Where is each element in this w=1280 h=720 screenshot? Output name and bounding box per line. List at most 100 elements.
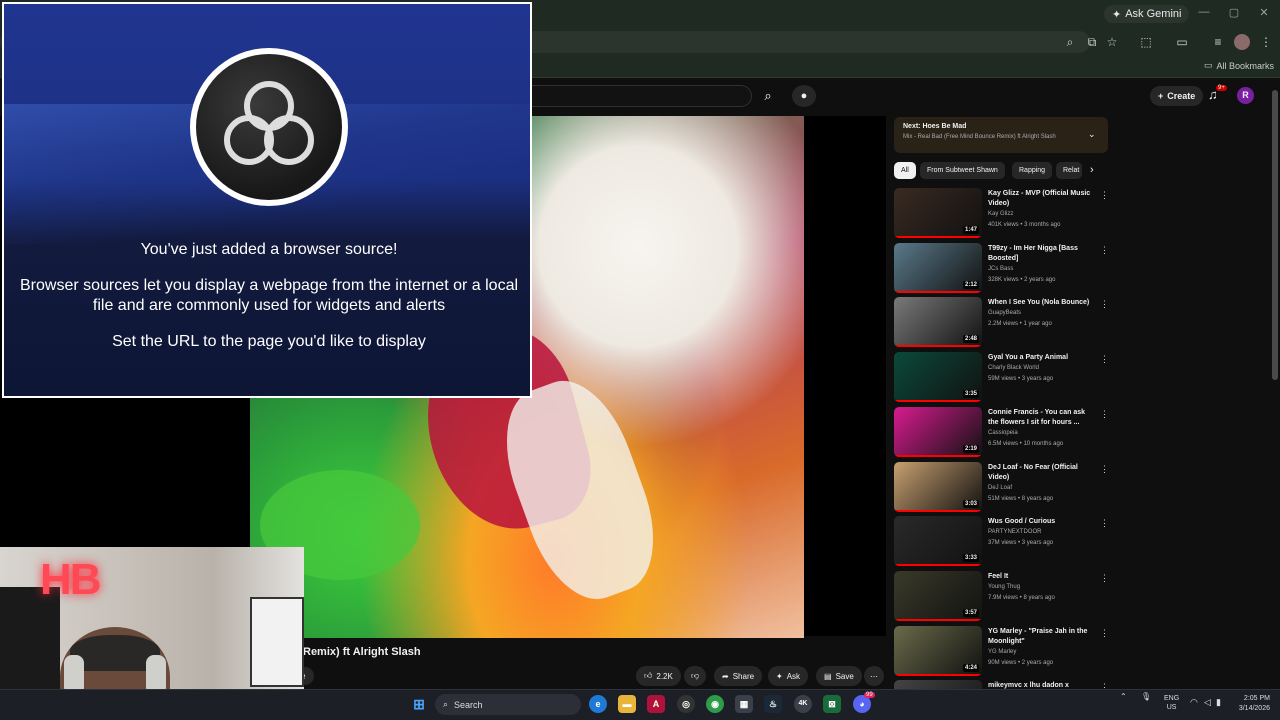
screen: ✦ Ask Gemini — ▢ ✕ ⌕ ⧉ ☆ ⬚ ▭ ≡ ⋮ ▭ All B… bbox=[0, 0, 1280, 720]
account-avatar[interactable]: R bbox=[1237, 87, 1254, 104]
create-button[interactable]: + Create bbox=[1150, 86, 1204, 106]
up-next-card[interactable]: Next: Hoes Be Mad Mix - Real Bad (Free M… bbox=[894, 117, 1108, 153]
recommendation-item[interactable]: 1:47 Kay Glizz - MVP (Official Music Vide… bbox=[894, 188, 1109, 240]
edge-icon[interactable]: e bbox=[589, 695, 607, 713]
video-thumbnail[interactable]: 4:24 bbox=[894, 625, 982, 676]
4k-downloader-icon[interactable]: 4K bbox=[794, 695, 812, 713]
watch-progress-bar bbox=[894, 290, 982, 293]
reading-list-icon[interactable]: ≡ bbox=[1210, 34, 1226, 50]
recommendation-title[interactable]: Kay Glizz - MVP (Official Music Video) bbox=[988, 189, 1092, 209]
more-options-icon[interactable]: ⋮ bbox=[1100, 190, 1109, 201]
chip-rapping[interactable]: Rapping bbox=[1012, 162, 1053, 179]
video-thumbnail[interactable]: 2:19 bbox=[894, 406, 982, 457]
search-icon[interactable]: ⌕ bbox=[756, 85, 780, 107]
recommendation-item[interactable]: 2:48 When I See You (Nola Bounce) GuapyBea… bbox=[894, 297, 1109, 349]
chevron-down-icon[interactable]: ⌄ bbox=[1088, 129, 1096, 140]
recommendation-item[interactable]: 2:12 T99zy - Im Her Nigga [Bass Boosted] J… bbox=[894, 242, 1109, 295]
install-icon[interactable]: ⧉ bbox=[1084, 34, 1100, 50]
more-options-icon[interactable]: ⋮ bbox=[1100, 518, 1109, 529]
maximize-button[interactable]: ▢ bbox=[1226, 6, 1242, 19]
more-options-icon[interactable]: ⋮ bbox=[1100, 299, 1109, 310]
chrome-icon[interactable]: ◉ bbox=[706, 695, 724, 713]
share-button[interactable]: ➦ Share bbox=[714, 666, 763, 686]
chip-from-subtweet-shawn[interactable]: From Subtweet Shawn bbox=[920, 162, 1005, 179]
recommendation-channel[interactable]: Young Thug bbox=[988, 584, 1020, 590]
menu-kebab-icon[interactable]: ⋮ bbox=[1258, 34, 1274, 50]
recommendation-title[interactable]: When I See You (Nola Bounce) bbox=[988, 298, 1092, 308]
ask-gemini-button[interactable]: ✦ Ask Gemini bbox=[1104, 5, 1190, 23]
adobe-icon[interactable]: A bbox=[647, 695, 665, 713]
speaker-icon[interactable]: ◁ bbox=[1204, 697, 1211, 708]
recommendation-channel[interactable]: Kay Glizz bbox=[988, 211, 1013, 217]
more-actions-button[interactable]: ⋯ bbox=[864, 666, 884, 686]
video-thumbnail[interactable]: 2:48 bbox=[894, 297, 982, 348]
youtube-search-input[interactable] bbox=[530, 85, 752, 107]
taskbar-search[interactable]: ⌕ Search bbox=[435, 694, 581, 715]
save-button[interactable]: ▤ Save bbox=[816, 666, 862, 686]
language-indicator[interactable]: ENG US bbox=[1164, 694, 1179, 712]
chip-all[interactable]: All bbox=[894, 162, 916, 179]
bookmark-star-icon[interactable]: ☆ bbox=[1104, 34, 1120, 50]
windows-start-icon[interactable]: ⊞ bbox=[410, 695, 428, 713]
zoom-icon[interactable]: ⌕ bbox=[1062, 34, 1078, 50]
recommendation-item[interactable]: 2:19 Connie Francis - You can ask the flo… bbox=[894, 406, 1109, 459]
recommendation-title[interactable]: DeJ Loaf - No Fear (Official Video) bbox=[988, 463, 1092, 483]
recommendation-title[interactable]: Wus Good / Curious bbox=[988, 517, 1092, 527]
video-thumbnail[interactable]: 1:47 bbox=[894, 188, 982, 238]
more-options-icon[interactable]: ⋮ bbox=[1100, 628, 1109, 639]
video-thumbnail[interactable]: 3:35 bbox=[894, 352, 982, 403]
wifi-icon[interactable]: ◠ bbox=[1190, 697, 1198, 708]
recommendation-item[interactable]: 3:33 Wus Good / Curious PARTYNEXTDOOR 37M v… bbox=[894, 516, 1109, 568]
dislike-button[interactable]: 👎︎ bbox=[684, 666, 707, 686]
video-thumbnail[interactable]: 2:12 bbox=[894, 242, 982, 293]
chip-related[interactable]: Relat bbox=[1056, 162, 1082, 179]
recommendation-title[interactable]: Connie Francis - You can ask the flowers… bbox=[988, 408, 1092, 428]
video-thumbnail[interactable]: 3:57 bbox=[894, 570, 982, 621]
recommendation-channel[interactable]: GuapyBeats bbox=[988, 310, 1021, 316]
video-thumbnail[interactable]: 3:03 bbox=[894, 461, 982, 512]
steam-icon[interactable]: ♨ bbox=[764, 695, 782, 713]
ask-button[interactable]: ✦ Ask bbox=[768, 666, 809, 686]
recommendation-channel[interactable]: DeJ Loaf bbox=[988, 485, 1012, 491]
side-panel-icon[interactable]: ▭ bbox=[1174, 34, 1190, 50]
like-button[interactable]: 👍︎ 2.2K bbox=[636, 666, 681, 686]
more-options-icon[interactable]: ⋮ bbox=[1100, 409, 1109, 420]
recommendation-channel[interactable]: Charly Black World bbox=[988, 365, 1039, 371]
spreadsheet-icon[interactable]: ⊠ bbox=[823, 695, 841, 713]
clock[interactable]: 2:05 PM 3/14/2026 bbox=[1228, 694, 1270, 714]
file-explorer-icon[interactable]: ▬ bbox=[618, 695, 636, 713]
recommendation-item[interactable]: 4:24 YG Marley - "Praise Jah in the Moonl… bbox=[894, 625, 1109, 678]
obs-taskbar-icon[interactable]: ◎ bbox=[677, 695, 695, 713]
recommendation-title[interactable]: Feel It bbox=[988, 572, 1092, 582]
chevron-up-icon[interactable]: ⌃ bbox=[1120, 692, 1127, 701]
close-window-button[interactable]: ✕ bbox=[1256, 6, 1272, 19]
more-options-icon[interactable]: ⋮ bbox=[1100, 573, 1109, 584]
extensions-icon[interactable]: ⬚ bbox=[1138, 34, 1154, 50]
recommendation-item[interactable]: 3:57 Feel It Young Thug 7.9M views • 8 year… bbox=[894, 570, 1109, 623]
recommendation-channel[interactable]: Cassiopeia bbox=[988, 430, 1018, 436]
recommendation-channel[interactable]: PARTYNEXTDOOR bbox=[988, 529, 1041, 535]
chevron-right-icon[interactable]: › bbox=[1090, 164, 1094, 176]
battery-icon[interactable]: ▮ bbox=[1216, 697, 1221, 708]
more-options-icon[interactable]: ⋮ bbox=[1100, 464, 1109, 475]
thumbs-up-icon: 👍︎ bbox=[644, 671, 653, 680]
recommendation-channel[interactable]: YG Marley bbox=[988, 649, 1016, 655]
microphone-icon[interactable]: ● bbox=[792, 85, 816, 107]
recommendation-title[interactable]: Gyal You a Party Animal bbox=[988, 353, 1092, 363]
recommendation-channel[interactable]: JCs Bass bbox=[988, 266, 1013, 272]
watch-progress-bar bbox=[894, 236, 982, 238]
recommendation-title[interactable]: T99zy - Im Her Nigga [Bass Boosted] bbox=[988, 244, 1092, 264]
page-scrollbar[interactable] bbox=[1272, 90, 1278, 380]
more-options-icon[interactable]: ⋮ bbox=[1100, 245, 1109, 256]
more-options-icon[interactable]: ⋮ bbox=[1100, 354, 1109, 365]
recommendation-item[interactable]: 3:35 Gyal You a Party Animal Charly Black … bbox=[894, 352, 1109, 404]
video-thumbnail[interactable]: 3:33 bbox=[894, 516, 982, 567]
microphone-icon[interactable]: 🎙︎ bbox=[1141, 692, 1151, 701]
recommendation-item[interactable]: 3:03 DeJ Loaf - No Fear (Official Video) D… bbox=[894, 461, 1109, 514]
tray-icons[interactable]: ⌃ 🎙︎ bbox=[1120, 692, 1151, 701]
recommendation-title[interactable]: YG Marley - "Praise Jah in the Moonlight… bbox=[988, 627, 1092, 647]
profile-avatar[interactable] bbox=[1234, 34, 1250, 50]
all-bookmarks-button[interactable]: ▭ All Bookmarks bbox=[1204, 60, 1274, 71]
minimize-button[interactable]: — bbox=[1196, 6, 1212, 18]
app-grid-icon[interactable]: ▦ bbox=[735, 695, 753, 713]
